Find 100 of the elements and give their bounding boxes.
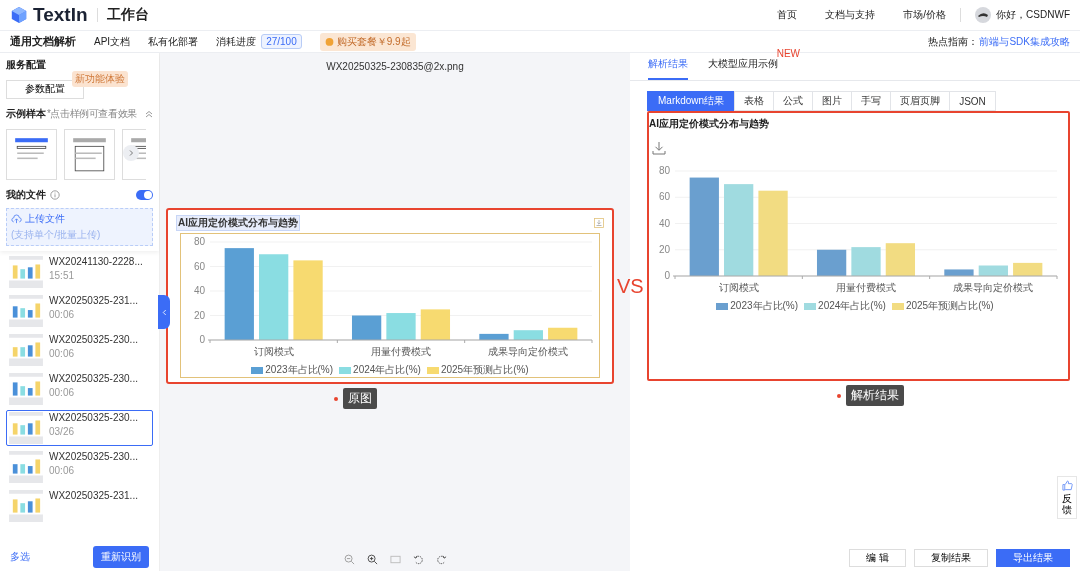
axis-label: 订阅模式 [253,346,294,357]
logo-icon [10,6,28,24]
file-item[interactable]: WX20241130-2228... 15:51 [6,253,153,290]
axis-tick-label: 80 [658,165,670,176]
axis-label: 成果导向定价模式 [953,282,1034,293]
user-greeting: 你好，CSDNWF [996,8,1070,22]
axis-tick-label: 0 [664,270,670,281]
axis-label: 用量付费模式 [836,282,896,293]
axis-tick-label: 40 [658,217,670,229]
file-name: WX20250325-231... [49,294,138,306]
file-item[interactable]: WX20250325-231... 00:06 [6,292,153,329]
file-item[interactable]: WX20250325-230... 00:06 [6,331,153,368]
zoom-out-icon[interactable] [343,554,355,565]
avatar-icon[interactable] [975,7,992,23]
bar [386,313,416,340]
axis-label: 订阅模式 [718,282,759,293]
action-button[interactable]: 复制结果 [914,549,988,567]
zoom-in-icon[interactable] [366,554,378,565]
app-title: 工作台 [106,6,149,24]
axis-tick-label: 60 [193,260,205,272]
axis-tick-label: 40 [193,285,205,296]
hot-guide-label: 热点指南： [928,34,979,49]
file-name: WX20250325-230... [49,333,138,345]
download-icon[interactable] [652,141,666,155]
nav-link[interactable]: 私有化部署 [148,34,199,49]
multi-select-link[interactable]: 多选 [10,550,30,564]
bar [978,265,1008,276]
bar [1013,262,1043,276]
callout-label: 解析结果 [846,385,904,406]
tab[interactable]: 大模型应用示例 [708,57,778,80]
legend-label: 2024年占比(%) [818,299,886,313]
reparse-button[interactable]: 重新识别 [93,546,149,568]
thumbs-up-icon [1061,480,1073,491]
file-item[interactable]: WX20250325-231... [6,487,153,524]
callout-label: 原图 [342,388,377,409]
coin-icon [324,37,334,46]
collapse-icon[interactable] [145,109,153,118]
info-icon[interactable] [50,189,60,200]
tab[interactable]: 手写 [851,91,892,111]
section-title: 服务配置 [6,58,47,72]
bar [479,333,509,340]
file-time: 15:51 [49,269,76,281]
file-name: WX20250325-230... [49,411,138,423]
vs-label: VS [617,275,644,298]
nav-link[interactable]: API文档 [94,34,131,49]
collapse-handle[interactable] [158,295,170,329]
samples-hint: *点击样例可查看效果 [47,106,137,121]
bar [513,330,543,340]
legend-label: 2025年预测占比(%) [440,363,529,377]
rotate-left-icon[interactable] [412,554,424,565]
chart-title: AI应用定价模式分布与趋势 [649,117,770,131]
file-time: 00:06 [49,347,76,359]
bar [851,247,881,276]
rotate-right-icon[interactable] [435,554,447,565]
chevron-right-icon [127,148,135,157]
file-item[interactable]: WX20250325-230... 03/26 [6,409,153,446]
file-time: 00:06 [49,464,76,476]
tab[interactable]: JSON [949,91,996,111]
section-title: 示例样本 [6,106,46,121]
tab[interactable]: Markdown结果 [647,91,736,111]
download-icon[interactable] [594,218,604,228]
feedback-button[interactable]: 反馈 [1057,476,1077,519]
tab[interactable]: 解析结果 [648,57,688,80]
file-item[interactable]: WX20250325-230... 00:06 [6,370,153,407]
section-title: 我的文件 [6,187,46,202]
chart-title: AI应用定价模式分布与趋势 [176,215,300,231]
action-button[interactable]: 导出结果 [996,549,1070,567]
toggle-switch[interactable] [136,189,153,200]
file-name: WX20241130-2228... [49,255,143,267]
tab[interactable]: 页眉页脚 [890,91,951,111]
usage-count: 27/100 [261,34,302,49]
tab[interactable]: 表格 [734,91,775,111]
file-name: WX20250325-230... [49,372,138,384]
bar [420,309,450,340]
axis-tick-label: 0 [199,334,205,345]
bar [885,243,915,276]
axis-tick-label: 20 [193,309,205,321]
legend-label: 2025年预测占比(%) [905,299,994,313]
action-button[interactable]: 编 辑 [849,549,906,567]
axis-tick-label: 20 [658,243,670,255]
legend-label: 2023年占比(%) [265,363,334,377]
file-name: WX20250325-231... [49,489,138,501]
file-time: 00:06 [49,386,76,398]
nav-link[interactable]: 首页 [777,8,798,22]
bar [944,269,974,276]
upload-icon [11,213,22,224]
axis-label: 用量付费模式 [371,346,431,357]
nav-link[interactable]: 市场/价格 [903,8,947,22]
file-time: 03/26 [49,425,76,437]
file-time: 00:06 [49,308,76,320]
file-item[interactable]: WX20250325-230... 00:06 [6,448,153,485]
nav-link[interactable]: 文档与支持 [825,8,876,22]
legend-label: 2024年占比(%) [353,363,421,377]
tab[interactable]: 图片 [812,91,853,111]
tab[interactable]: 公式 [773,91,814,111]
logo: TextIn [33,4,88,26]
file-name: WX20250325-230... [49,450,138,462]
new-feature-badge: 新功能体验 [72,71,128,87]
axis-label: 成果导向定价模式 [488,346,569,357]
guide-link[interactable]: 前端与SDK集成攻略 [979,34,1070,49]
